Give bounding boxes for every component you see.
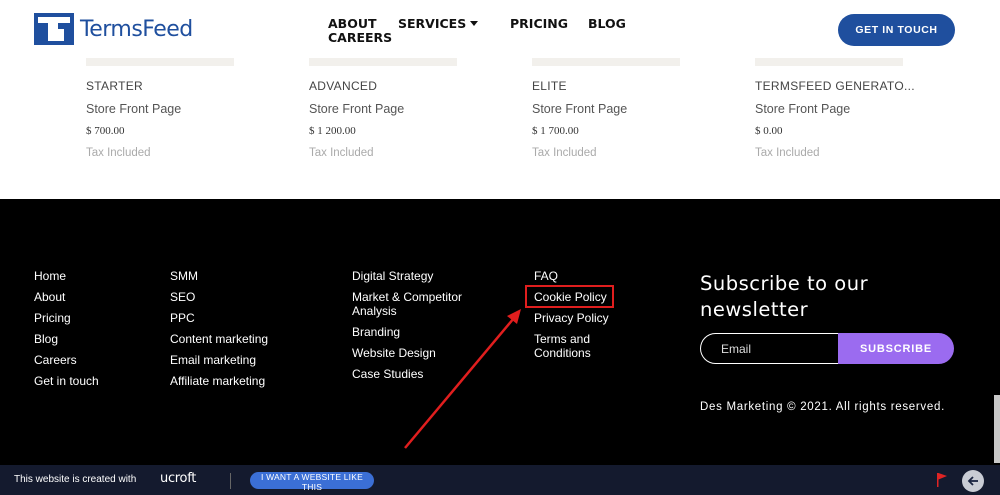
site-header: TermsFeed ABOUT CAREERS SERVICES PRICING… [0,0,1000,62]
product-tax: Tax Included [309,147,374,159]
nav-services[interactable]: SERVICES [398,16,479,31]
divider [230,473,231,489]
chevron-down-icon [470,21,479,26]
made-with-text: This website is created with [14,474,137,485]
products-section: STARTER Store Front Page $ 700.00 Tax In… [0,58,1000,198]
scrollbar-thumb[interactable] [994,395,1000,463]
product-desc: Store Front Page [532,102,628,116]
back-button[interactable] [962,470,984,492]
product-card[interactable]: ELITE Store Front Page $ 1 700.00 Tax In… [532,58,682,159]
footer-link-privacy-policy[interactable]: Privacy Policy [534,311,624,325]
logo-text: TermsFeed [80,16,193,42]
ucroft-bar: This website is created with ucroft I WA… [0,465,1000,495]
product-desc: Store Front Page [309,102,405,116]
product-image-placeholder [309,58,457,66]
footer-link-seo[interactable]: SEO [170,290,268,304]
footer-link-blog[interactable]: Blog [34,332,99,346]
product-name: ELITE [532,79,567,93]
newsletter-form: SUBSCRIBE [700,333,954,364]
newsletter-email-input[interactable] [700,333,850,364]
footer-link-digital-strategy[interactable]: Digital Strategy [352,269,482,283]
footer-link-faq[interactable]: FAQ [534,269,624,283]
footer-link-about[interactable]: About [34,290,99,304]
logo[interactable]: TermsFeed [34,13,193,45]
product-image-placeholder [755,58,903,66]
nav-careers[interactable]: CAREERS [328,30,392,45]
footer-link-home[interactable]: Home [34,269,99,283]
nav-blog[interactable]: BLOG [588,16,626,31]
termsfeed-logo-icon [34,13,74,45]
footer-link-email-marketing[interactable]: Email marketing [170,353,268,367]
product-tax: Tax Included [532,147,597,159]
product-price: $ 1 200.00 [309,125,356,137]
footer-link-case-studies[interactable]: Case Studies [352,367,482,381]
get-in-touch-button[interactable]: GET IN TOUCH [838,14,955,46]
highlight-box [525,285,614,308]
newsletter-title: Subscribe to our newsletter [700,272,869,321]
nav-pricing[interactable]: PRICING [510,16,568,31]
footer-col-pages: Home About Pricing Blog Careers Get in t… [34,269,99,395]
product-image-placeholder [86,58,234,66]
product-card[interactable]: STARTER Store Front Page $ 700.00 Tax In… [86,58,236,159]
product-name: STARTER [86,79,143,93]
product-price: $ 1 700.00 [532,125,579,137]
copyright-text: Des Marketing © 2021. All rights reserve… [700,401,945,413]
product-price: $ 0.00 [755,125,783,137]
product-card[interactable]: TERMSFEED GENERATO... Store Front Page $… [755,58,915,159]
want-website-button[interactable]: I WANT A WEBSITE LIKE THIS [250,472,374,492]
footer-link-careers[interactable]: Careers [34,353,99,367]
site-footer: Home About Pricing Blog Careers Get in t… [0,199,1000,465]
footer-link-terms-conditions[interactable]: Terms and Conditions [534,332,624,360]
product-name: TERMSFEED GENERATO... [755,79,915,93]
product-image-placeholder [532,58,680,66]
footer-col-services: Digital Strategy Market & Competitor Ana… [352,269,482,388]
footer-link-content-marketing[interactable]: Content marketing [170,332,268,346]
subscribe-button[interactable]: SUBSCRIBE [838,333,954,364]
product-price: $ 700.00 [86,125,125,137]
footer-link-ppc[interactable]: PPC [170,311,268,325]
footer-link-pricing[interactable]: Pricing [34,311,99,325]
ucroft-logo[interactable]: ucroft [160,471,196,486]
footer-link-smm[interactable]: SMM [170,269,268,283]
flag-icon[interactable] [936,472,948,488]
footer-col-legal: FAQ Cookie Policy Privacy Policy Terms a… [534,269,624,367]
footer-col-marketing: SMM SEO PPC Content marketing Email mark… [170,269,268,395]
nav-services-label: SERVICES [398,16,467,31]
footer-link-affiliate-marketing[interactable]: Affiliate marketing [170,374,268,388]
footer-link-branding[interactable]: Branding [352,325,482,339]
product-tax: Tax Included [755,147,820,159]
product-card[interactable]: ADVANCED Store Front Page $ 1 200.00 Tax… [309,58,459,159]
footer-link-market-competitor[interactable]: Market & Competitor Analysis [352,290,482,318]
footer-link-get-in-touch[interactable]: Get in touch [34,374,99,388]
product-name: ADVANCED [309,79,378,93]
nav-about[interactable]: ABOUT [328,16,377,31]
product-tax: Tax Included [86,147,151,159]
footer-link-website-design[interactable]: Website Design [352,346,482,360]
product-desc: Store Front Page [86,102,182,116]
arrow-left-icon [967,476,978,486]
product-desc: Store Front Page [755,102,851,116]
